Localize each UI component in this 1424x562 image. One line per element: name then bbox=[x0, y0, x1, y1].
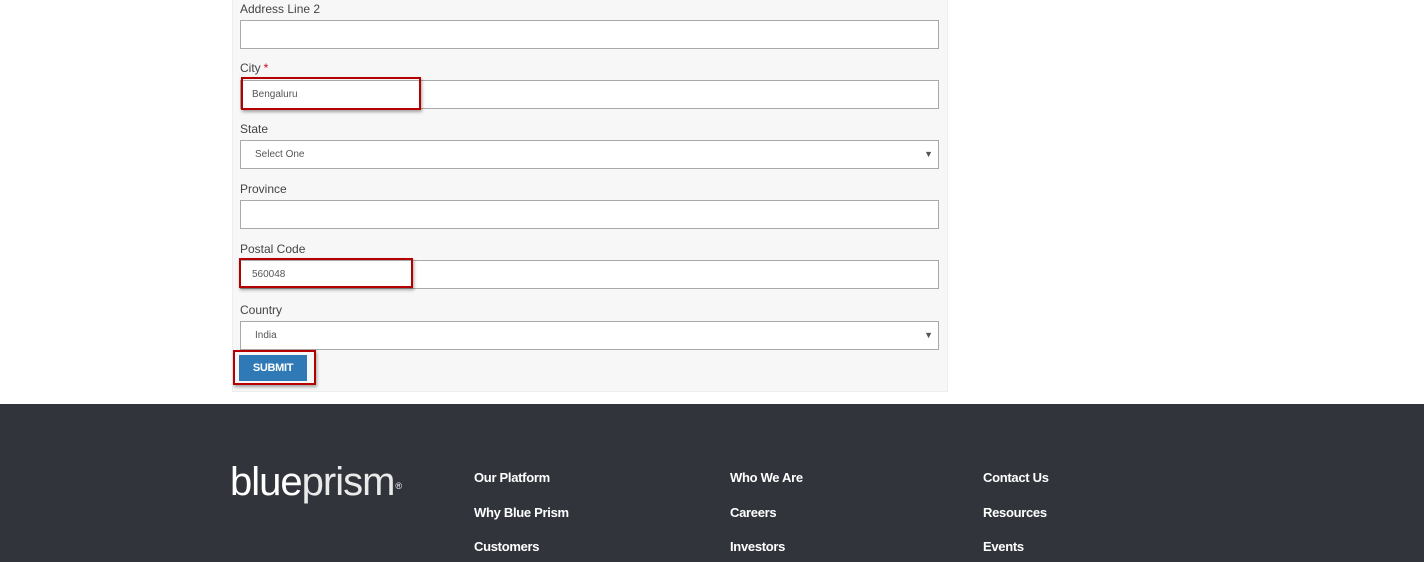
country-select[interactable]: India ▼ bbox=[240, 321, 939, 350]
footer-link-careers[interactable]: Careers bbox=[730, 505, 777, 521]
footer-link-who-we-are[interactable]: Who We Are bbox=[730, 470, 803, 486]
page: Address Line 2 City* State Select One ▼ … bbox=[0, 0, 1424, 562]
submit-button[interactable]: SUBMIT bbox=[239, 355, 307, 381]
province-input[interactable] bbox=[240, 200, 939, 229]
logo-text-prism: prism bbox=[301, 460, 396, 504]
footer bbox=[0, 404, 1424, 562]
postal-code-input[interactable] bbox=[240, 260, 939, 289]
footer-link-contact-us[interactable]: Contact Us bbox=[983, 470, 1049, 486]
city-input[interactable] bbox=[240, 80, 939, 109]
registered-mark: ® bbox=[395, 481, 402, 491]
country-label: Country bbox=[240, 303, 283, 317]
province-label: Province bbox=[240, 182, 287, 196]
chevron-down-icon: ▼ bbox=[924, 149, 933, 159]
address-line2-input[interactable] bbox=[240, 20, 939, 49]
state-label: State bbox=[240, 122, 269, 136]
footer-link-events[interactable]: Events bbox=[983, 539, 1024, 555]
blueprism-logo[interactable]: blueprism® bbox=[230, 458, 402, 506]
required-asterisk: * bbox=[263, 61, 269, 75]
city-label-wrap: City * bbox=[240, 61, 268, 75]
chevron-down-icon: ▼ bbox=[924, 330, 933, 340]
footer-link-resources[interactable]: Resources bbox=[983, 505, 1047, 521]
postal-code-label: Postal Code bbox=[240, 242, 306, 256]
address-line2-label: Address Line 2 bbox=[240, 2, 321, 16]
state-selected-value: Select One bbox=[255, 149, 305, 160]
state-select[interactable]: Select One ▼ bbox=[240, 140, 939, 169]
footer-link-our-platform[interactable]: Our Platform bbox=[474, 470, 550, 486]
footer-link-why-blue-prism[interactable]: Why Blue Prism bbox=[474, 505, 569, 521]
logo-text-blue: blue bbox=[230, 460, 303, 504]
footer-link-investors[interactable]: Investors bbox=[730, 539, 785, 555]
city-label: City bbox=[240, 61, 261, 75]
country-selected-value: India bbox=[255, 330, 277, 341]
footer-link-customers[interactable]: Customers bbox=[474, 539, 540, 555]
